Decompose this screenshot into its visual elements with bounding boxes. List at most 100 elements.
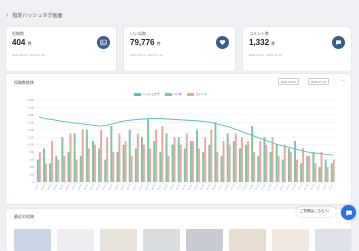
- bar-likes[interactable]: [238, 148, 241, 182]
- bar-likes[interactable]: [208, 144, 211, 182]
- bar-comments[interactable]: [253, 152, 256, 182]
- bar-likes[interactable]: [36, 159, 39, 182]
- post-thumbnail[interactable]: [272, 229, 309, 251]
- bar-comments[interactable]: [228, 144, 231, 182]
- bar-comments[interactable]: [93, 144, 96, 182]
- post-thumbnail[interactable]: [315, 229, 351, 251]
- bar-likes[interactable]: [330, 163, 333, 182]
- bar-comments[interactable]: [142, 144, 145, 182]
- bar-comments[interactable]: [167, 155, 170, 182]
- bar-comments[interactable]: [51, 141, 54, 182]
- bar-comments[interactable]: [247, 141, 249, 182]
- bar-likes[interactable]: [245, 144, 248, 182]
- bar-comments[interactable]: [265, 144, 268, 182]
- bar-likes[interactable]: [275, 144, 278, 182]
- bar-likes[interactable]: [128, 129, 131, 182]
- bar-comments[interactable]: [302, 148, 305, 182]
- bar-comments[interactable]: [69, 133, 72, 182]
- bar-comments[interactable]: [271, 137, 274, 182]
- bar-likes[interactable]: [92, 141, 94, 182]
- bar-likes[interactable]: [85, 129, 88, 182]
- bar-comments[interactable]: [112, 152, 115, 182]
- bar-likes[interactable]: [263, 137, 266, 182]
- chevron-left-icon[interactable]: ‹: [6, 12, 8, 19]
- bar-likes[interactable]: [183, 148, 186, 182]
- bar-comments[interactable]: [38, 152, 41, 182]
- bar-likes[interactable]: [196, 129, 199, 182]
- bar-comments[interactable]: [234, 133, 237, 182]
- bar-comments[interactable]: [45, 163, 47, 182]
- bar-likes[interactable]: [153, 141, 156, 182]
- bar-likes[interactable]: [202, 152, 205, 182]
- bar-likes[interactable]: [324, 159, 327, 182]
- bar-likes[interactable]: [73, 133, 76, 182]
- bar-likes[interactable]: [122, 144, 125, 182]
- bar-comments[interactable]: [204, 137, 207, 182]
- bar-likes[interactable]: [281, 159, 284, 182]
- bar-comments[interactable]: [130, 155, 133, 182]
- bar-comments[interactable]: [222, 141, 225, 182]
- bar-likes[interactable]: [147, 118, 150, 182]
- bar-likes[interactable]: [79, 155, 82, 182]
- bar-likes[interactable]: [116, 152, 119, 182]
- bar-comments[interactable]: [296, 159, 298, 182]
- bar-comments[interactable]: [106, 137, 109, 182]
- bar-comments[interactable]: [81, 129, 84, 182]
- bar-likes[interactable]: [257, 155, 260, 182]
- bar-comments[interactable]: [161, 126, 164, 182]
- bar-likes[interactable]: [269, 152, 272, 182]
- post-thumbnail[interactable]: [143, 229, 180, 251]
- bar-likes[interactable]: [55, 155, 58, 182]
- bar-comments[interactable]: [185, 133, 188, 182]
- bar-comments[interactable]: [326, 167, 329, 182]
- bar-comments[interactable]: [332, 159, 335, 182]
- bar-likes[interactable]: [177, 137, 180, 182]
- bar-likes[interactable]: [49, 163, 52, 182]
- bar-likes[interactable]: [312, 152, 315, 182]
- bar-likes[interactable]: [165, 133, 168, 182]
- bar-likes[interactable]: [67, 152, 70, 182]
- bar-comments[interactable]: [179, 144, 182, 182]
- bar-comments[interactable]: [124, 141, 127, 182]
- bar-likes[interactable]: [98, 148, 101, 182]
- post-thumbnail[interactable]: [229, 229, 266, 251]
- bar-likes[interactable]: [141, 137, 143, 182]
- help-bubble[interactable]: ご質問はこちらへ！: [296, 207, 336, 217]
- bar-likes[interactable]: [104, 159, 107, 182]
- bar-likes[interactable]: [287, 148, 290, 182]
- bar-likes[interactable]: [294, 141, 297, 182]
- bar-comments[interactable]: [57, 159, 60, 182]
- bar-comments[interactable]: [277, 155, 280, 182]
- bar-comments[interactable]: [136, 133, 139, 182]
- bar-likes[interactable]: [300, 163, 303, 182]
- bar-likes[interactable]: [110, 126, 113, 182]
- post-thumbnail[interactable]: [57, 229, 94, 251]
- post-thumbnail[interactable]: [186, 229, 223, 251]
- bar-likes[interactable]: [232, 141, 235, 182]
- bar-likes[interactable]: [43, 148, 45, 182]
- bar-likes[interactable]: [226, 133, 229, 182]
- bar-comments[interactable]: [191, 141, 194, 182]
- bar-likes[interactable]: [318, 167, 321, 182]
- bar-likes[interactable]: [214, 122, 217, 182]
- bar-comments[interactable]: [75, 159, 78, 182]
- bar-comments[interactable]: [118, 133, 121, 182]
- bar-comments[interactable]: [149, 148, 152, 182]
- bar-comments[interactable]: [155, 129, 158, 182]
- post-thumbnail[interactable]: [14, 229, 51, 251]
- bar-comments[interactable]: [289, 152, 292, 182]
- bar-comments[interactable]: [198, 148, 201, 182]
- bar-likes[interactable]: [251, 126, 254, 182]
- bar-likes[interactable]: [61, 137, 64, 182]
- bar-comments[interactable]: [210, 129, 213, 182]
- bar-comments[interactable]: [259, 141, 262, 182]
- chat-button[interactable]: [341, 205, 356, 220]
- bar-comments[interactable]: [173, 137, 176, 182]
- bar-likes[interactable]: [171, 144, 174, 182]
- bar-likes[interactable]: [189, 141, 192, 182]
- bar-comments[interactable]: [87, 148, 90, 182]
- bar-likes[interactable]: [220, 155, 223, 182]
- bar-likes[interactable]: [134, 148, 137, 182]
- bar-likes[interactable]: [159, 152, 162, 182]
- bar-comments[interactable]: [240, 137, 243, 182]
